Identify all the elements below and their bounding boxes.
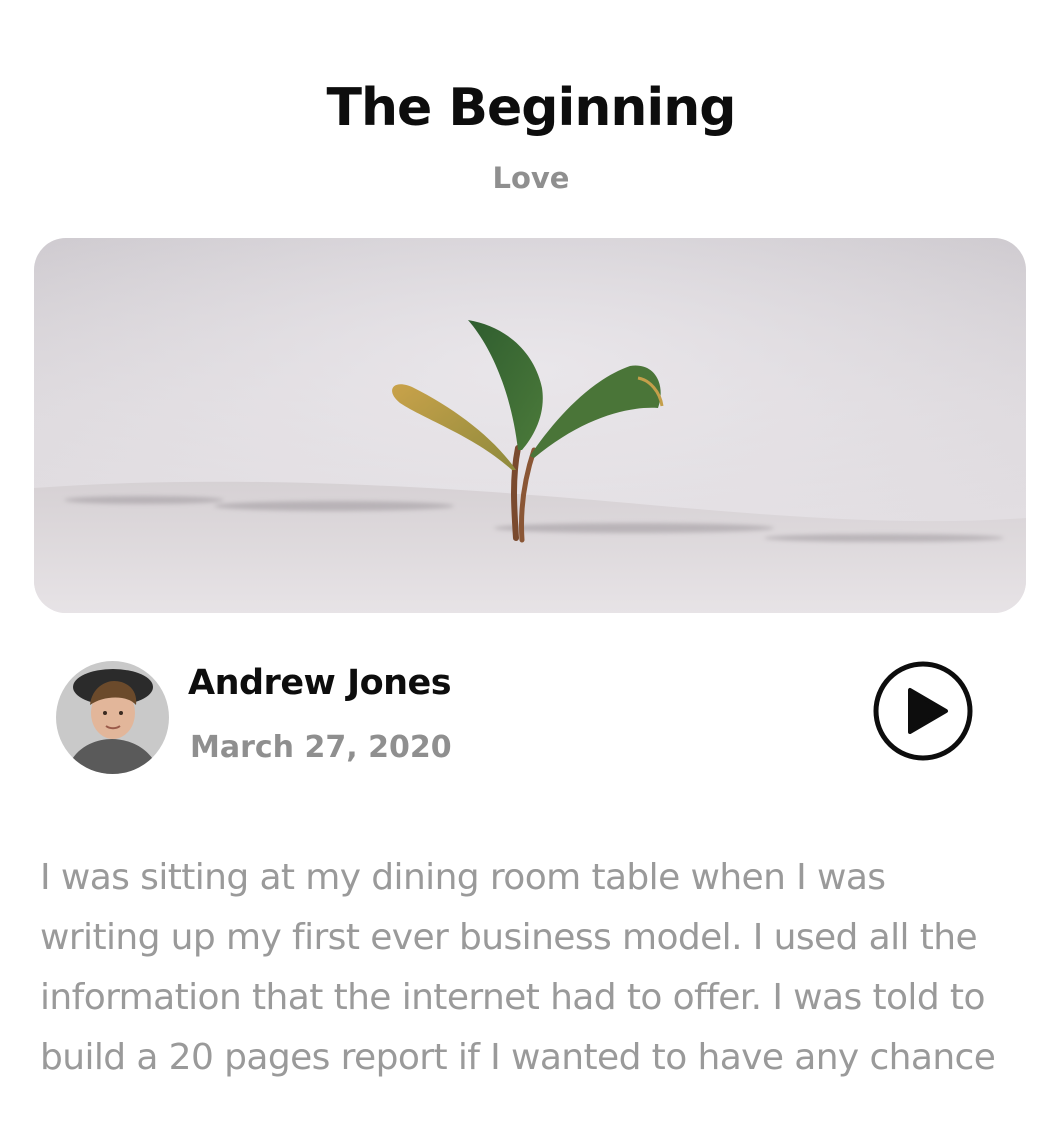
post-body: I was sitting at my dining room table wh… [40,848,1062,1088]
play-icon [873,661,973,761]
category-label: Love [492,161,570,195]
body-line: writing up my first ever business model.… [40,917,978,958]
post-date: March 27, 2020 [190,730,452,765]
body-line: build a 20 pages report if I wanted to h… [40,1037,996,1078]
play-button[interactable] [872,660,974,762]
avatar [56,661,169,774]
hero-image [34,238,1026,613]
body-line: I was sitting at my dining room table wh… [40,857,886,898]
author-name: Andrew Jones [188,663,452,703]
page-title: The Beginning [326,78,737,138]
body-line: information that the internet had to off… [40,977,985,1018]
